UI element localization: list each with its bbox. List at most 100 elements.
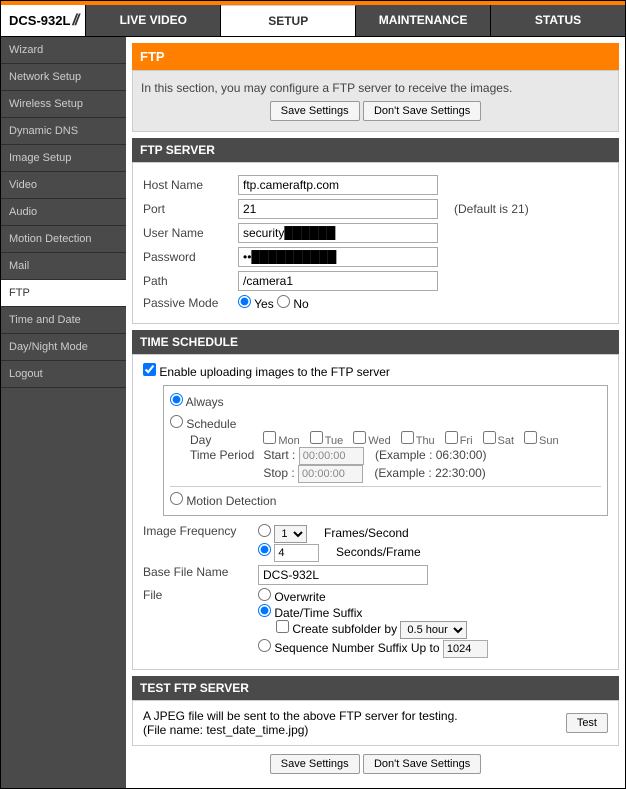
stop-label: Stop :	[263, 466, 294, 480]
path-label: Path	[143, 274, 238, 288]
spf-input[interactable]	[274, 544, 319, 562]
tab-setup[interactable]: SETUP	[221, 5, 356, 36]
test-button[interactable]: Test	[566, 713, 608, 733]
port-input[interactable]	[238, 199, 438, 219]
app-window: DCS-932L // LIVE VIDEO SETUP MAINTENANCE…	[0, 0, 626, 789]
save-settings-button[interactable]: Save Settings	[270, 101, 360, 121]
day-sat-checkbox[interactable]	[483, 431, 496, 444]
sidebar: WizardNetwork SetupWireless SetupDynamic…	[1, 37, 126, 788]
day-tue-label: Tue	[325, 435, 344, 447]
motion-detection-radio[interactable]	[170, 492, 183, 505]
schedule-details: Day MonTueWedThuFriSatSun Time Period St…	[190, 431, 601, 483]
password-input[interactable]	[238, 247, 438, 267]
sequence-suffix-radio[interactable]	[258, 639, 271, 652]
sidebar-item-wizard[interactable]: Wizard	[1, 37, 126, 64]
day-thu-checkbox[interactable]	[401, 431, 414, 444]
motion-detection-option[interactable]: Motion Detection	[170, 494, 276, 508]
bottom-button-row: Save Settings Don't Save Settings	[132, 754, 619, 774]
tab-status[interactable]: STATUS	[491, 5, 625, 36]
start-time-input[interactable]	[299, 447, 364, 465]
device-model: DCS-932L //	[1, 5, 86, 36]
sidebar-item-wireless-setup[interactable]: Wireless Setup	[1, 91, 126, 118]
test-ftp-text: A JPEG file will be sent to the above FT…	[143, 709, 458, 737]
sidebar-item-motion-detection[interactable]: Motion Detection	[1, 226, 126, 253]
enable-upload-checkbox[interactable]	[143, 363, 156, 376]
spf-unit: Seconds/Frame	[336, 545, 421, 559]
base-file-name-input[interactable]	[258, 565, 428, 585]
password-label: Password	[143, 250, 238, 264]
passive-yes-option[interactable]: Yes	[238, 295, 274, 311]
test-ftp-panel: A JPEG file will be sent to the above FT…	[132, 700, 619, 746]
start-label: Start :	[263, 448, 295, 462]
day-checkboxes: MonTueWedThuFriSatSun	[263, 433, 568, 447]
fps-select[interactable]: 1	[274, 525, 307, 543]
passive-yes-radio[interactable]	[238, 295, 251, 308]
overwrite-radio[interactable]	[258, 588, 271, 601]
sidebar-item-logout[interactable]: Logout	[1, 361, 126, 388]
port-label: Port	[143, 202, 238, 216]
always-option[interactable]: Always	[170, 395, 224, 409]
tab-live-video[interactable]: LIVE VIDEO	[86, 5, 221, 36]
path-input[interactable]	[238, 271, 438, 291]
dont-save-settings-button[interactable]: Don't Save Settings	[363, 101, 481, 121]
day-fri-label: Fri	[460, 435, 473, 447]
tab-maintenance[interactable]: MAINTENANCE	[356, 5, 491, 36]
fps-radio[interactable]	[258, 524, 271, 537]
page-description-text: In this section, you may configure a FTP…	[141, 81, 610, 95]
sidebar-item-day-night-mode[interactable]: Day/Night Mode	[1, 334, 126, 361]
sidebar-item-video[interactable]: Video	[1, 172, 126, 199]
day-tue-checkbox[interactable]	[310, 431, 323, 444]
day-fri-checkbox[interactable]	[445, 431, 458, 444]
day-mon-checkbox[interactable]	[263, 431, 276, 444]
create-subfolder-option[interactable]: Create subfolder by	[276, 622, 397, 636]
top-button-row: Save Settings Don't Save Settings	[141, 101, 610, 121]
overwrite-option[interactable]: Overwrite	[258, 590, 326, 604]
create-subfolder-checkbox[interactable]	[276, 620, 289, 633]
device-slash-icon: //	[72, 12, 77, 30]
sequence-suffix-option[interactable]: Sequence Number Suffix Up to	[258, 641, 440, 655]
enable-upload-option[interactable]: Enable uploading images to the FTP serve…	[143, 365, 390, 379]
main-content: FTP In this section, you may configure a…	[126, 37, 625, 788]
day-label: Day	[190, 433, 260, 447]
passive-no-radio[interactable]	[277, 295, 290, 308]
save-settings-button-bottom[interactable]: Save Settings	[270, 754, 360, 774]
schedule-radio[interactable]	[170, 415, 183, 428]
stop-example: (Example : 22:30:00)	[374, 466, 485, 480]
file-label: File	[143, 588, 258, 658]
time-period-label: Time Period	[190, 448, 260, 462]
always-radio[interactable]	[170, 393, 183, 406]
sidebar-item-mail[interactable]: Mail	[1, 253, 126, 280]
host-name-label: Host Name	[143, 178, 238, 192]
image-frequency-label: Image Frequency	[143, 524, 258, 562]
day-sat-label: Sat	[498, 435, 515, 447]
schedule-option[interactable]: Schedule	[170, 417, 236, 431]
sidebar-item-network-setup[interactable]: Network Setup	[1, 64, 126, 91]
top-nav: DCS-932L // LIVE VIDEO SETUP MAINTENANCE…	[1, 5, 625, 37]
sequence-max-input[interactable]	[443, 640, 488, 658]
sidebar-item-time-and-date[interactable]: Time and Date	[1, 307, 126, 334]
day-mon-label: Mon	[278, 435, 299, 447]
test-ftp-header: TEST FTP SERVER	[132, 676, 619, 700]
ftp-server-header: FTP SERVER	[132, 138, 619, 162]
base-file-name-label: Base File Name	[143, 565, 258, 585]
dont-save-settings-button-bottom[interactable]: Don't Save Settings	[363, 754, 481, 774]
passive-mode-label: Passive Mode	[143, 296, 238, 310]
sidebar-item-audio[interactable]: Audio	[1, 199, 126, 226]
fps-unit: Frames/Second	[324, 526, 409, 540]
spf-radio[interactable]	[258, 543, 271, 556]
passive-no-option[interactable]: No	[277, 295, 309, 311]
day-wed-checkbox[interactable]	[353, 431, 366, 444]
datetime-suffix-option[interactable]: Date/Time Suffix	[258, 606, 362, 620]
day-sun-checkbox[interactable]	[524, 431, 537, 444]
sidebar-item-dynamic-dns[interactable]: Dynamic DNS	[1, 118, 126, 145]
time-schedule-panel: Enable uploading images to the FTP serve…	[132, 354, 619, 670]
sidebar-item-ftp[interactable]: FTP	[1, 280, 126, 307]
subfolder-interval-select[interactable]: 0.5 hour	[400, 621, 467, 639]
body: WizardNetwork SetupWireless SetupDynamic…	[1, 37, 625, 788]
user-name-input[interactable]	[238, 223, 438, 243]
stop-time-input[interactable]	[298, 465, 363, 483]
host-name-input[interactable]	[238, 175, 438, 195]
datetime-suffix-radio[interactable]	[258, 604, 271, 617]
start-example: (Example : 06:30:00)	[375, 448, 486, 462]
sidebar-item-image-setup[interactable]: Image Setup	[1, 145, 126, 172]
